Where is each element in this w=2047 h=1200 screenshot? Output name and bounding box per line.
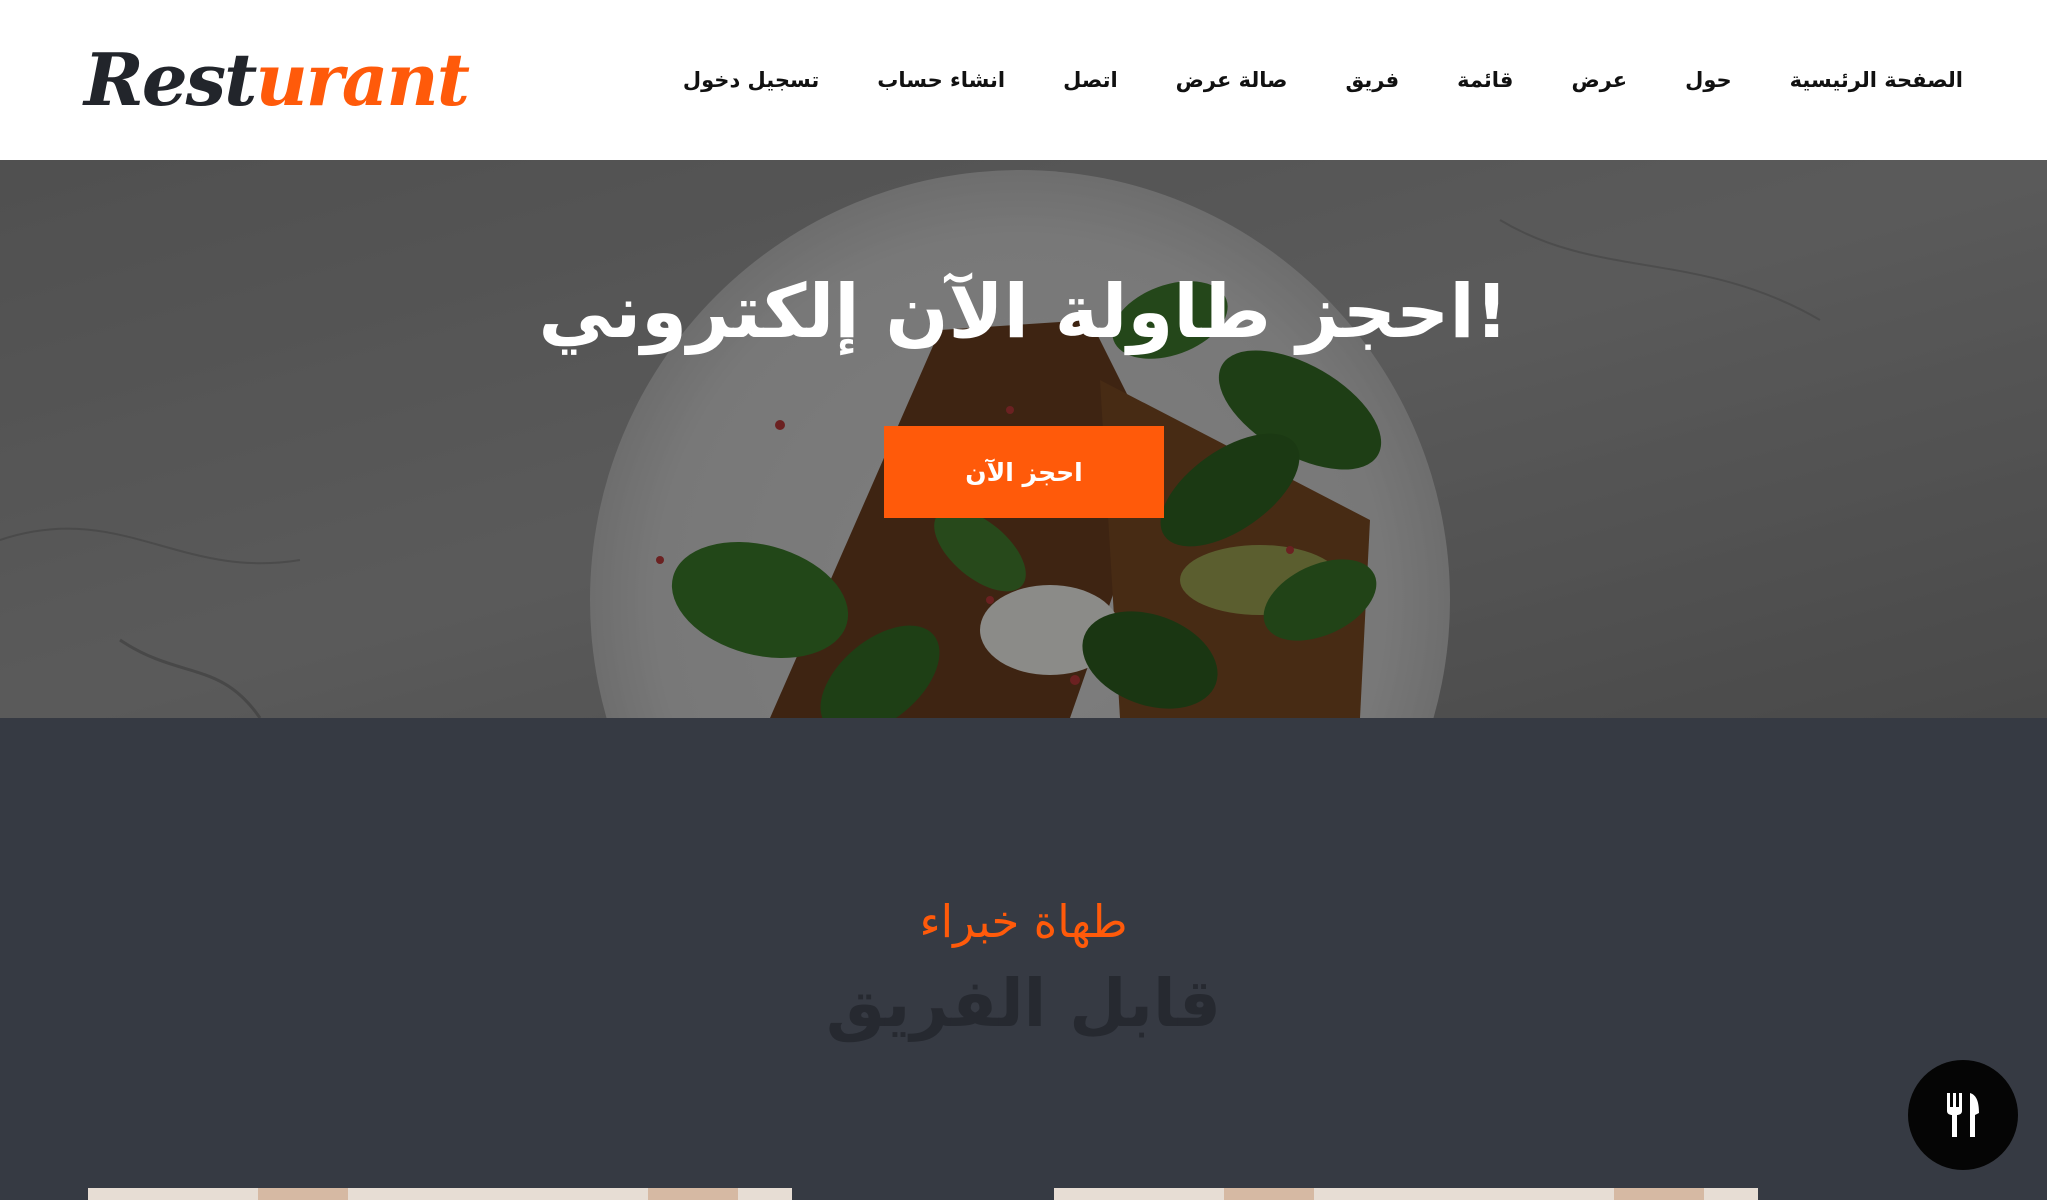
nav-item-about[interactable]: حول: [1685, 68, 1732, 92]
team-section: طهاة خبراء قابل الفريق: [0, 718, 2047, 1200]
nav-item-home[interactable]: الصفحة الرئيسية: [1790, 68, 1963, 92]
floating-menu-button[interactable]: [1908, 1060, 2018, 1170]
site-logo[interactable]: Resturant: [84, 30, 470, 130]
logo-text-dark: Rest: [84, 37, 257, 122]
hero-title: !احجز طاولة الآن إلكتروني: [538, 269, 1509, 355]
main-nav: تسجيل دخول انشاء حساب اتصل صالة عرض فريق…: [683, 56, 1963, 104]
nav-item-menu[interactable]: قائمة: [1457, 68, 1513, 92]
nav-item-offers[interactable]: عرض: [1571, 68, 1627, 92]
nav-item-signup[interactable]: انشاء حساب: [877, 68, 1005, 92]
book-now-button[interactable]: احجز الآن: [884, 426, 1164, 518]
team-subtitle: طهاة خبراء: [919, 895, 1128, 948]
utensils-icon: [1947, 1093, 1979, 1137]
hero-section: !احجز طاولة الآن إلكتروني احجز الآن: [0, 160, 2047, 718]
site-header: Resturant تسجيل دخول انشاء حساب اتصل صال…: [0, 0, 2047, 160]
nav-item-contact[interactable]: اتصل: [1063, 68, 1118, 92]
team-card-image: [1054, 1188, 1758, 1200]
team-card-image: [88, 1188, 792, 1200]
nav-item-team[interactable]: فريق: [1345, 68, 1399, 92]
logo-text-accent: urant: [255, 37, 470, 122]
team-title: قابل الفريق: [826, 965, 1221, 1042]
nav-item-login[interactable]: تسجيل دخول: [683, 68, 819, 92]
nav-item-gallery[interactable]: صالة عرض: [1176, 68, 1288, 92]
